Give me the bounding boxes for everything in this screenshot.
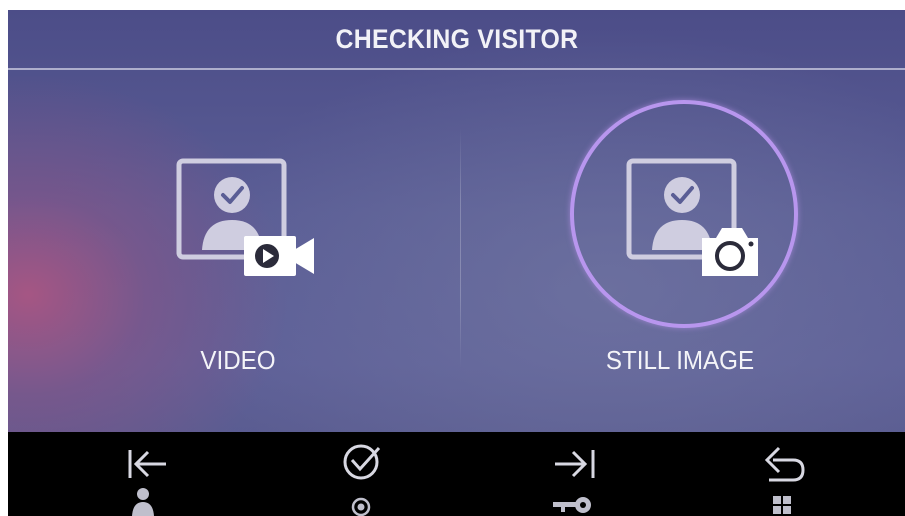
- video-option-label: VIDEO: [200, 345, 276, 375]
- person-icon: [132, 488, 154, 516]
- still-image-option-button[interactable]: STILL IMAGE: [460, 90, 900, 420]
- record-dot-icon: [351, 497, 371, 516]
- nav-back-button[interactable]: [733, 440, 823, 516]
- bottom-nav-bar: [8, 432, 905, 516]
- nav-confirm-button[interactable]: [311, 440, 401, 516]
- visitor-video-icon: [176, 158, 314, 276]
- visitor-camera-icon: [626, 158, 758, 276]
- nav-last-button[interactable]: [533, 440, 623, 516]
- grid-icon: [773, 496, 791, 514]
- nav-first-button[interactable]: [108, 440, 198, 516]
- header-divider: [8, 68, 905, 70]
- video-option-button[interactable]: VIDEO: [18, 90, 458, 420]
- app-frame: CHECKING VISITOR VIDEO STILL IMAGE: [8, 10, 905, 516]
- page-title: CHECKING VISITOR: [335, 23, 578, 54]
- key-icon: [553, 497, 591, 513]
- still-image-option-label: STILL IMAGE: [605, 345, 755, 375]
- header: CHECKING VISITOR: [8, 10, 905, 68]
